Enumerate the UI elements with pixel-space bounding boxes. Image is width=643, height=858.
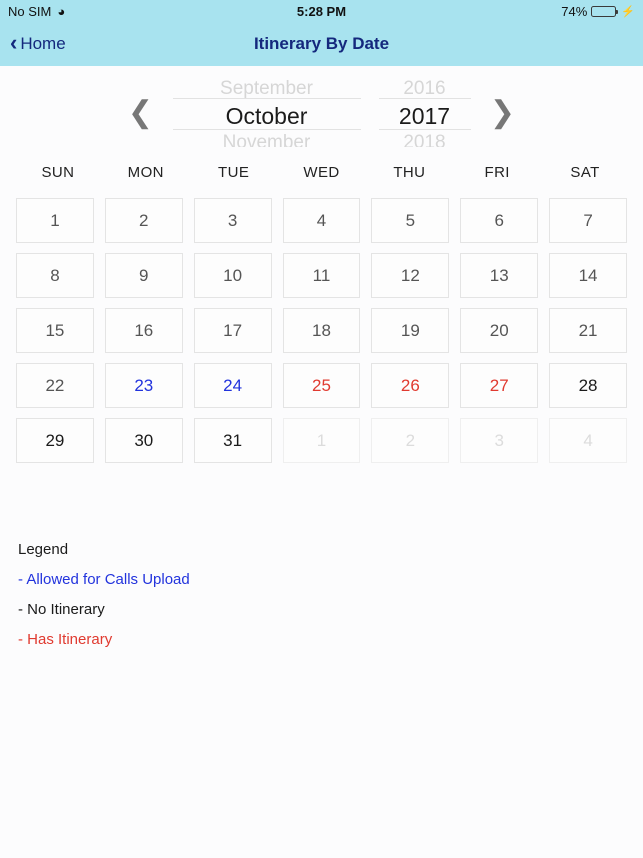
day-cell[interactable]: 29 bbox=[16, 418, 94, 463]
day-cell[interactable]: 11 bbox=[282, 253, 361, 298]
day-cell[interactable]: 8 bbox=[16, 253, 94, 298]
weekday-label-thu: THU bbox=[393, 164, 426, 181]
page-title: Itinerary By Date bbox=[253, 34, 390, 53]
day-cell[interactable]: 16 bbox=[104, 308, 183, 353]
day-cell: 1 bbox=[282, 418, 361, 463]
day-cell[interactable]: 7 bbox=[549, 198, 627, 243]
day-cell[interactable]: 18 bbox=[282, 308, 361, 353]
month-option-selected[interactable]: October bbox=[167, 101, 367, 131]
day-cell[interactable]: 13 bbox=[460, 253, 539, 298]
day-cell[interactable]: 10 bbox=[193, 253, 272, 298]
legend-items: - Allowed for Calls Upload - No Itinerary… bbox=[18, 571, 643, 648]
day-cell[interactable]: 12 bbox=[371, 253, 450, 298]
status-bar: No SIM ◕ 5:28 PM 74% ⚡ bbox=[0, 0, 643, 22]
day-cell[interactable]: 31 bbox=[193, 418, 272, 463]
day-cell[interactable]: 25 bbox=[282, 363, 361, 408]
weekday-label-fri: FRI bbox=[484, 164, 510, 181]
calendar-grid: 1 2 3 4 5 6 7 8 9 10 11 12 13 14 15 16 17 18 19 20 21 22 23 24 2… bbox=[0, 198, 643, 463]
content-area: ❮ September October November 2016 2017 2… bbox=[0, 76, 643, 858]
year-wheel-items: 2016 2017 2018 bbox=[373, 77, 477, 147]
weekday-label-sun: SUN bbox=[41, 164, 75, 181]
battery-percent-label: 74% bbox=[561, 3, 588, 19]
battery-icon bbox=[591, 5, 619, 17]
day-cell[interactable]: 5 bbox=[371, 198, 450, 243]
legend-section: Legend - Allowed for Calls Upload - No It… bbox=[0, 541, 643, 648]
chevron-left-icon: ‹ bbox=[10, 30, 18, 55]
navigation-bar: ‹ Home Itinerary By Date bbox=[0, 22, 643, 66]
status-bar-left: No SIM ◕ bbox=[8, 4, 65, 19]
month-wheel-separator-bottom bbox=[172, 129, 361, 130]
next-month-button[interactable]: ❯ bbox=[483, 88, 523, 136]
wifi-icon: ◕ bbox=[57, 3, 66, 19]
day-cell: 2 bbox=[371, 418, 450, 463]
day-cell[interactable]: 24 bbox=[193, 363, 272, 408]
day-cell[interactable]: 3 bbox=[193, 198, 272, 243]
day-cell[interactable]: 15 bbox=[16, 308, 94, 353]
weekday-label-tue: TUE bbox=[218, 164, 250, 181]
status-bar-clock: 5:28 PM bbox=[296, 3, 347, 19]
day-cell[interactable]: 20 bbox=[460, 308, 539, 353]
day-cell[interactable]: 26 bbox=[371, 363, 450, 408]
legend-item: - Allowed for Calls Upload bbox=[18, 571, 190, 588]
day-cell[interactable]: 21 bbox=[549, 308, 627, 353]
weekday-label-wed: WED bbox=[303, 164, 340, 181]
day-cell[interactable]: 6 bbox=[460, 198, 539, 243]
status-bar-right: 74% ⚡ bbox=[561, 4, 635, 19]
year-option-next[interactable]: 2018 bbox=[373, 131, 477, 147]
legend-item: - No Itinerary bbox=[18, 601, 105, 618]
carrier-label: No SIM bbox=[8, 3, 52, 19]
month-wheel-items: September October November bbox=[167, 77, 367, 147]
weekday-label-mon: MON bbox=[127, 164, 164, 181]
month-picker-wheel[interactable]: September October November bbox=[167, 77, 367, 147]
weekday-header-row: SUN MON TUE WED THU FRI SAT bbox=[0, 164, 643, 181]
year-option-selected[interactable]: 2017 bbox=[373, 101, 477, 131]
month-wheel-separator-top bbox=[172, 98, 361, 99]
day-cell[interactable]: 17 bbox=[193, 308, 272, 353]
day-cell[interactable]: 14 bbox=[549, 253, 627, 298]
day-cell: 3 bbox=[460, 418, 539, 463]
year-wheel-separator-top bbox=[378, 98, 471, 99]
day-cell: 4 bbox=[549, 418, 627, 463]
legend-item: - Has Itinerary bbox=[18, 631, 113, 648]
legend-title: Legend bbox=[18, 541, 69, 558]
day-cell[interactable]: 9 bbox=[104, 253, 183, 298]
day-cell[interactable]: 27 bbox=[460, 363, 539, 408]
chevron-left-icon: ❮ bbox=[127, 95, 154, 129]
day-cell[interactable]: 30 bbox=[104, 418, 183, 463]
year-picker-wheel[interactable]: 2016 2017 2018 bbox=[373, 77, 477, 147]
day-cell[interactable]: 1 bbox=[16, 198, 94, 243]
day-cell[interactable]: 4 bbox=[282, 198, 361, 243]
month-year-picker: ❮ September October November 2016 2017 2… bbox=[0, 76, 643, 148]
back-button-label: Home bbox=[20, 34, 66, 53]
year-wheel-separator-bottom bbox=[378, 129, 471, 130]
day-cell[interactable]: 28 bbox=[549, 363, 627, 408]
day-cell[interactable]: 23 bbox=[104, 363, 183, 408]
day-cell[interactable]: 22 bbox=[16, 363, 94, 408]
app-root: No SIM ◕ 5:28 PM 74% ⚡ ‹ Home Itinerary … bbox=[0, 0, 643, 858]
day-cell[interactable]: 2 bbox=[104, 198, 183, 243]
day-cell[interactable]: 19 bbox=[371, 308, 450, 353]
previous-month-button[interactable]: ❮ bbox=[121, 88, 161, 136]
weekday-label-sat: SAT bbox=[570, 164, 600, 181]
back-button[interactable]: ‹ Home bbox=[10, 30, 66, 55]
lightning-bolt-icon: ⚡ bbox=[621, 5, 635, 18]
chevron-right-icon: ❯ bbox=[489, 95, 516, 129]
month-option-next[interactable]: November bbox=[167, 131, 367, 147]
